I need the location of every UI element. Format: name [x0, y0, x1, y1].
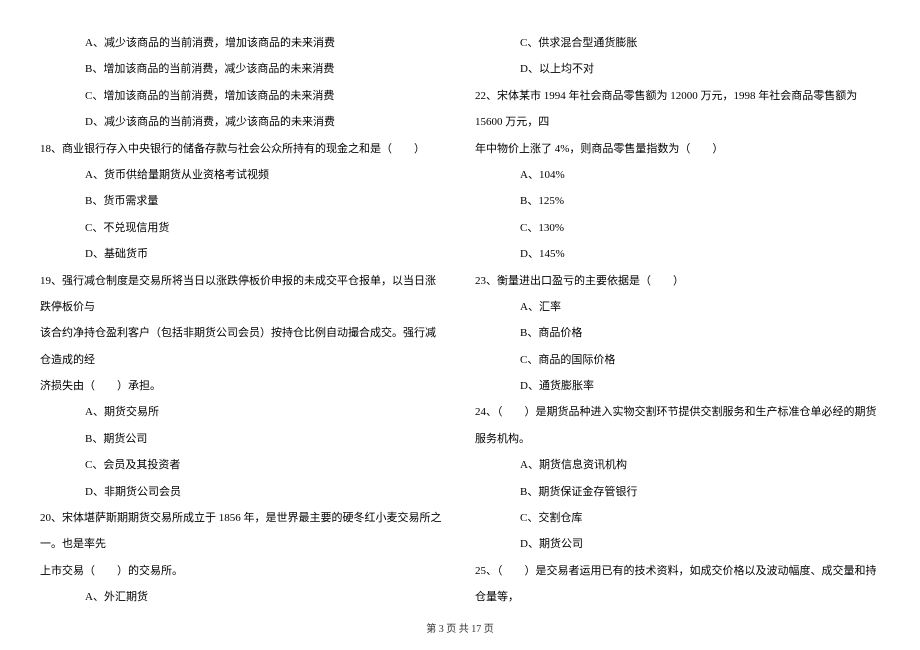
q18-option-c: C、不兑现信用货	[40, 215, 445, 241]
page-footer: 第 3 页 共 17 页	[0, 618, 920, 642]
q19-line2: 该合约净持仓盈利客户（包括非期货公司会员）按持仓比例自动撮合成交。强行减仓造成的…	[40, 320, 445, 373]
q23-option-a: A、汇率	[475, 294, 880, 320]
q19-line1: 19、强行减仓制度是交易所将当日以涨跌停板价申报的未成交平仓报单，以当日涨跌停板…	[40, 268, 445, 321]
q18-option-d: D、基础货币	[40, 241, 445, 267]
content-columns: A、减少该商品的当前消费，增加该商品的未来消费 B、增加该商品的当前消费，减少该…	[40, 30, 880, 610]
q17-option-a: A、减少该商品的当前消费，增加该商品的未来消费	[40, 30, 445, 56]
q23-option-d: D、通货膨胀率	[475, 373, 880, 399]
q19-option-b: B、期货公司	[40, 426, 445, 452]
left-column: A、减少该商品的当前消费，增加该商品的未来消费 B、增加该商品的当前消费，减少该…	[40, 30, 445, 610]
q23-text: 23、衡量进出口盈亏的主要依据是（ ）	[475, 268, 880, 294]
q22-option-d: D、145%	[475, 241, 880, 267]
q21-option-c: C、供求混合型通货膨胀	[475, 30, 880, 56]
q24-text: 24、（ ）是期货品种进入实物交割环节提供交割服务和生产标准仓单必经的期货服务机…	[475, 399, 880, 452]
q22-line2: 年中物价上涨了 4%，则商品零售量指数为（ ）	[475, 136, 880, 162]
q19-option-d: D、非期货公司会员	[40, 479, 445, 505]
q17-option-c: C、增加该商品的当前消费，增加该商品的未来消费	[40, 83, 445, 109]
q22-option-a: A、104%	[475, 162, 880, 188]
right-column: C、供求混合型通货膨胀 D、以上均不对 22、宋体某市 1994 年社会商品零售…	[475, 30, 880, 610]
q24-option-a: A、期货信息资讯机构	[475, 452, 880, 478]
q20-option-a: A、外汇期货	[40, 584, 445, 610]
q20-line2: 上市交易（ ）的交易所。	[40, 558, 445, 584]
q24-option-d: D、期货公司	[475, 531, 880, 557]
q17-option-d: D、减少该商品的当前消费，减少该商品的未来消费	[40, 109, 445, 135]
q22-option-b: B、125%	[475, 188, 880, 214]
q18-option-b: B、货币需求量	[40, 188, 445, 214]
q25-line1: 25、（ ）是交易者运用已有的技术资料，如成交价格以及波动幅度、成交量和持仓量等…	[475, 558, 880, 610]
q19-option-a: A、期货交易所	[40, 399, 445, 425]
q19-option-c: C、会员及其投资者	[40, 452, 445, 478]
q24-option-b: B、期货保证金存管银行	[475, 479, 880, 505]
q18-option-a: A、货币供给量期货从业资格考试视频	[40, 162, 445, 188]
q19-line3: 济损失由（ ）承担。	[40, 373, 445, 399]
q17-option-b: B、增加该商品的当前消费，减少该商品的未来消费	[40, 56, 445, 82]
q22-line1: 22、宋体某市 1994 年社会商品零售额为 12000 万元，1998 年社会…	[475, 83, 880, 136]
q24-option-c: C、交割仓库	[475, 505, 880, 531]
q21-option-d: D、以上均不对	[475, 56, 880, 82]
q20-line1: 20、宋体堪萨斯期期货交易所成立于 1856 年，是世界最主要的硬冬红小麦交易所…	[40, 505, 445, 558]
q23-option-c: C、商品的国际价格	[475, 347, 880, 373]
q23-option-b: B、商品价格	[475, 320, 880, 346]
q22-option-c: C、130%	[475, 215, 880, 241]
q18-text: 18、商业银行存入中央银行的储备存款与社会公众所持有的现金之和是（ ）	[40, 136, 445, 162]
